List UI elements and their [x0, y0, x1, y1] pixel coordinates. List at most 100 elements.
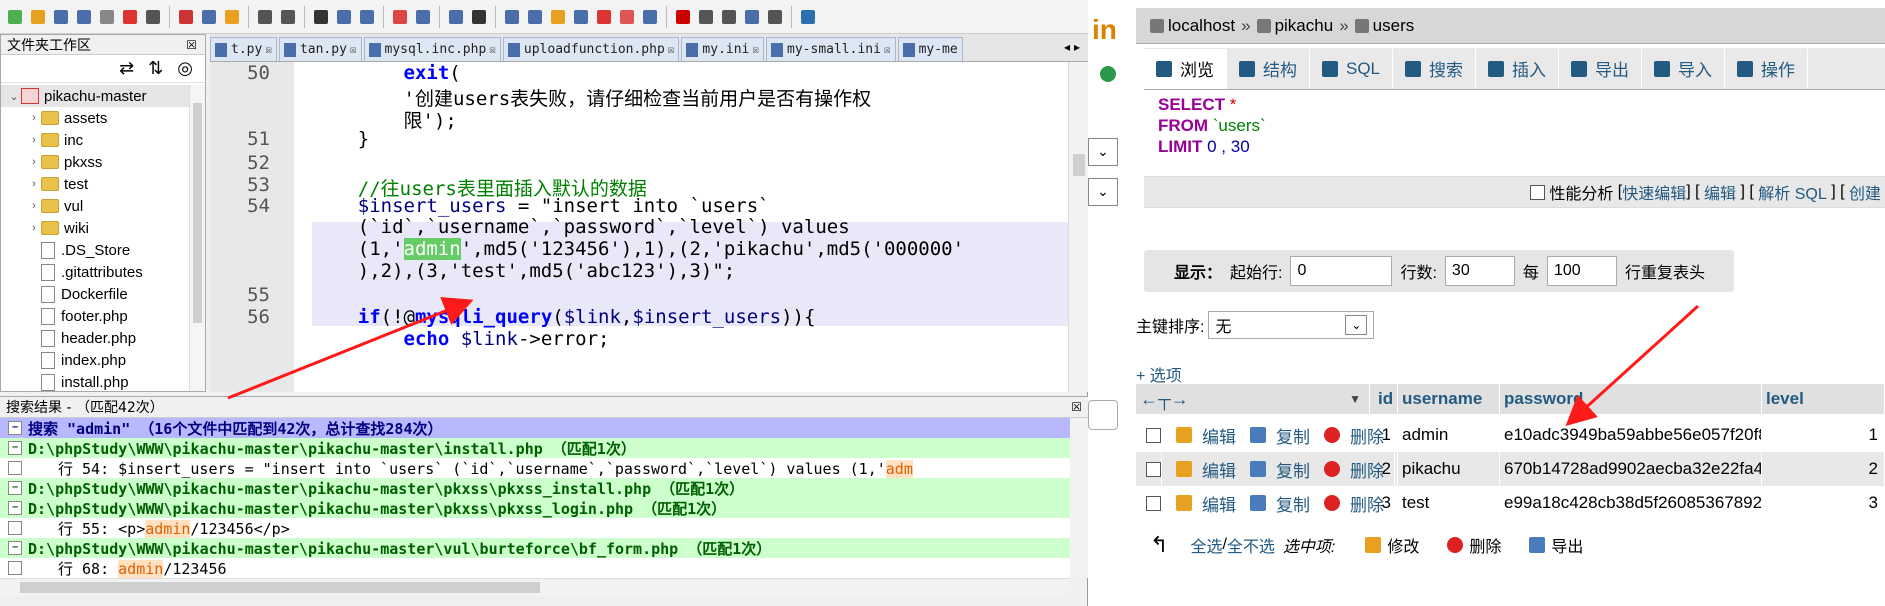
- pma-tab[interactable]: 搜索: [1393, 48, 1477, 89]
- fold-toggle-icon[interactable]: [8, 561, 22, 575]
- search-file-row[interactable]: − D:\phpStudy\WWW\pikachu-master\pikachu-…: [0, 538, 1070, 558]
- cell-password[interactable]: 670b14728ad9902aecba32e22fa4f6bd: [1500, 452, 1762, 486]
- chevron-right-icon[interactable]: ›: [27, 200, 41, 212]
- cell-id[interactable]: 2: [1374, 452, 1398, 486]
- toolbar-tool-icon[interactable]: [718, 5, 740, 29]
- tree-file-item[interactable]: .gitattributes: [1, 261, 189, 283]
- tree-folder-item[interactable]: › wiki: [1, 217, 189, 239]
- breadcrumb-item[interactable]: pikachu: [1275, 16, 1334, 36]
- column-header-level[interactable]: level: [1762, 384, 1885, 414]
- tree-file-item[interactable]: footer.php: [1, 305, 189, 327]
- toolbar-tool-icon[interactable]: [96, 5, 118, 29]
- check-all-link[interactable]: 全选: [1190, 533, 1222, 557]
- tab-scroll-arrows[interactable]: ◂▸: [1064, 40, 1084, 54]
- repeat-header-input[interactable]: 100: [1546, 256, 1617, 286]
- search-file-row[interactable]: − D:\phpStudy\WWW\pikachu-master\pikachu-…: [0, 438, 1070, 458]
- fold-margin[interactable]: [294, 62, 312, 392]
- close-tab-icon[interactable]: ☒: [752, 43, 759, 56]
- toolbar-tool-icon[interactable]: [593, 5, 615, 29]
- caret-down-icon[interactable]: ▼: [1349, 392, 1361, 406]
- search-summary-row[interactable]: − 搜索 "admin" （16个文件中匹配到42次，总计查找284次）: [0, 418, 1070, 438]
- copy-row-button[interactable]: 复制: [1276, 457, 1310, 482]
- edit-row-button[interactable]: 编辑: [1202, 423, 1236, 448]
- toolbar-tool-icon[interactable]: [639, 5, 661, 29]
- pma-tab[interactable]: 导入: [1642, 48, 1726, 89]
- toolbar-tool-icon[interactable]: [142, 5, 164, 29]
- collapse-icon[interactable]: ⇅: [148, 58, 163, 79]
- close-tab-icon[interactable]: ☒: [350, 43, 357, 56]
- tree-folder-item[interactable]: › assets: [1, 107, 189, 129]
- search-match-row[interactable]: 行 54: $insert_users = "insert into `user…: [0, 458, 1070, 478]
- search-match-row[interactable]: 行 68: admin/123456: [0, 558, 1070, 578]
- toolbar-tool-icon[interactable]: [501, 5, 523, 29]
- toolbar-tool-icon[interactable]: [547, 5, 569, 29]
- fold-toggle-icon[interactable]: −: [8, 441, 22, 455]
- tree-file-item[interactable]: install.php: [1, 371, 189, 391]
- toolbar-tool-icon[interactable]: [333, 5, 355, 29]
- start-row-input[interactable]: 0: [1290, 256, 1393, 286]
- row-checkbox[interactable]: [1146, 495, 1161, 511]
- toolbar-tool-icon[interactable]: [468, 5, 490, 29]
- toolbar-tool-icon[interactable]: [356, 5, 378, 29]
- toolbar-tool-icon[interactable]: [764, 5, 786, 29]
- cell-level[interactable]: 1: [1762, 418, 1885, 452]
- editor-tab[interactable]: t.py ☒: [210, 37, 277, 61]
- cell-username[interactable]: admin: [1398, 418, 1500, 452]
- tree-folder-item[interactable]: › pkxss: [1, 151, 189, 173]
- toolbar-tool-icon[interactable]: [277, 5, 299, 29]
- column-header-username[interactable]: username: [1398, 384, 1500, 414]
- chevron-right-icon[interactable]: ›: [27, 156, 41, 168]
- cell-username[interactable]: test: [1398, 486, 1500, 520]
- chevron-down-icon[interactable]: ⌄: [1088, 138, 1118, 166]
- cell-password[interactable]: e10adc3949ba59abbe56e057f20f883e: [1500, 418, 1762, 452]
- toolbar-tool-icon[interactable]: [524, 5, 546, 29]
- uncheck-all-link[interactable]: 全不选: [1227, 533, 1275, 557]
- close-icon[interactable]: ☒: [186, 38, 205, 52]
- pma-tab[interactable]: 结构: [1227, 48, 1310, 89]
- edit-link[interactable]: 编辑: [1704, 180, 1736, 204]
- tree-file-item[interactable]: index.php: [1, 349, 189, 371]
- row-checkbox[interactable]: [1146, 461, 1161, 477]
- tree-file-item[interactable]: Dockerfile: [1, 283, 189, 305]
- fold-toggle-icon[interactable]: −: [8, 541, 22, 555]
- toolbar-tool-icon[interactable]: [198, 5, 220, 29]
- fold-toggle-icon[interactable]: [8, 521, 22, 535]
- explain-sql-link[interactable]: 解析 SQL: [1758, 180, 1826, 204]
- search-match-row[interactable]: 行 55: <p>admin/123456</p>: [0, 518, 1070, 538]
- pma-tab[interactable]: 操作: [1725, 48, 1809, 89]
- cell-level[interactable]: 3: [1762, 486, 1885, 520]
- editor-tab[interactable]: uploadfunction.php ☒: [502, 37, 680, 61]
- bulk-delete-button[interactable]: 删除: [1469, 533, 1501, 557]
- cell-id[interactable]: 3: [1374, 486, 1398, 520]
- cell-password[interactable]: e99a18c428cb38d5f260853678922e03: [1500, 486, 1762, 520]
- tree-file-item[interactable]: header.php: [1, 327, 189, 349]
- code-scrollbar[interactable]: [1068, 62, 1088, 392]
- tree-folder-item[interactable]: › vul: [1, 195, 189, 217]
- bulk-export-button[interactable]: 导出: [1551, 533, 1583, 557]
- pma-tab[interactable]: 浏览: [1144, 48, 1227, 89]
- tree-scrollbar[interactable]: [189, 85, 205, 391]
- toolbar-tool-icon[interactable]: [412, 5, 434, 29]
- pma-tab[interactable]: 导出: [1559, 48, 1643, 89]
- pma-tab[interactable]: SQL: [1310, 48, 1394, 89]
- inline-edit-link[interactable]: 快速编辑: [1622, 180, 1686, 204]
- copy-row-button[interactable]: 复制: [1276, 491, 1310, 516]
- toolbar-tool-icon[interactable]: [4, 5, 26, 29]
- breadcrumb-item[interactable]: localhost: [1168, 16, 1235, 36]
- pma-tab[interactable]: 插入: [1476, 48, 1560, 89]
- toolbar-tool-icon[interactable]: [445, 5, 467, 29]
- sync-icon[interactable]: ⇄: [119, 58, 134, 79]
- column-header-id[interactable]: id: [1374, 384, 1398, 414]
- toolbar-tool-icon[interactable]: [221, 5, 243, 29]
- toolbar-tool-icon[interactable]: [73, 5, 95, 29]
- toolbar-tool-icon[interactable]: [27, 5, 49, 29]
- tree-file-item[interactable]: .DS_Store: [1, 239, 189, 261]
- tree-folder-item[interactable]: › test: [1, 173, 189, 195]
- fold-toggle-icon[interactable]: [8, 461, 22, 475]
- editor-tab[interactable]: my.ini ☒: [681, 37, 765, 61]
- toolbar-tool-icon[interactable]: [310, 5, 332, 29]
- rows-input[interactable]: 30: [1444, 256, 1515, 286]
- search-file-row[interactable]: − D:\phpStudy\WWW\pikachu-master\pikachu-…: [0, 498, 1070, 518]
- results-horizontal-scrollbar[interactable]: [0, 578, 1070, 596]
- toolbar-tool-icon[interactable]: [175, 5, 197, 29]
